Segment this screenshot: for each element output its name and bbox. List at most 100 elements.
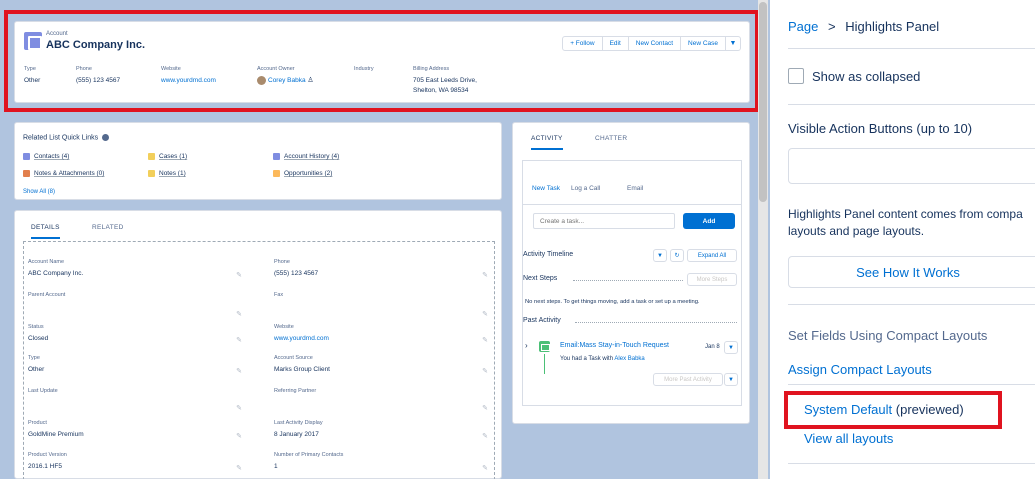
- show-all-link[interactable]: Show All (8): [23, 189, 55, 195]
- quick-link-notes[interactable]: Notes (1): [148, 170, 186, 177]
- detail-field[interactable]: Website www.yourdmd.com ✎: [270, 324, 496, 354]
- field-value: Closed: [28, 335, 49, 342]
- no-next-steps-text: No next steps. To get things moving, add…: [525, 299, 700, 305]
- task-input[interactable]: [533, 213, 675, 229]
- quick-link-notes-attachments[interactable]: Notes & Attachments (0): [23, 170, 104, 177]
- email-description: You had a Task with Alex Babka: [560, 356, 645, 362]
- expand-all-button[interactable]: Expand All: [687, 249, 737, 262]
- detail-field[interactable]: Account Source Marks Group Client ✎: [270, 355, 496, 385]
- edit-pencil-icon[interactable]: ✎: [236, 464, 242, 472]
- divider: [788, 463, 1035, 464]
- email-icon: [539, 341, 550, 352]
- breadcrumb-separator: >: [828, 19, 836, 34]
- field-value: (555) 123 4567: [274, 270, 319, 277]
- edit-pencil-icon[interactable]: ✎: [482, 432, 488, 440]
- divider: [788, 48, 1035, 49]
- edit-pencil-icon[interactable]: ✎: [482, 367, 488, 375]
- properties-panel: Page > Highlights Panel Show as collapse…: [771, 0, 1035, 479]
- detail-field[interactable]: Product Version 2016.1 HF5 ✎: [24, 452, 250, 479]
- edit-pencil-icon[interactable]: ✎: [236, 367, 242, 375]
- detail-field[interactable]: Parent Account ✎: [24, 292, 250, 322]
- timeline-line: [544, 354, 545, 374]
- detail-field[interactable]: Account Name ABC Company Inc. ✎: [24, 259, 250, 289]
- field-label: Website: [274, 324, 294, 330]
- tab-related[interactable]: RELATED: [92, 224, 124, 231]
- page-preview-canvas: Account ABC Company Inc. + Follow Edit N…: [0, 0, 770, 479]
- divider: [788, 104, 1035, 105]
- divider: [788, 304, 1035, 305]
- field-value: Other: [28, 366, 45, 373]
- edit-pencil-icon[interactable]: ✎: [236, 336, 242, 344]
- detail-field[interactable]: Referring Partner ✎: [270, 388, 496, 418]
- tab-details[interactable]: DETAILS: [31, 224, 60, 239]
- details-card[interactable]: DETAILS RELATED Account Name ABC Company …: [14, 210, 502, 479]
- chevron-right-icon[interactable]: ›: [525, 341, 528, 350]
- assign-compact-layouts-link[interactable]: Assign Compact Layouts: [788, 362, 932, 377]
- chevron-down-icon[interactable]: ▼: [724, 373, 738, 386]
- quick-links-title: Related List Quick Links: [23, 134, 110, 142]
- tab-chatter[interactable]: CHATTER: [595, 135, 627, 142]
- person-link[interactable]: Alex Babka: [614, 356, 644, 362]
- breadcrumb-current: Highlights Panel: [845, 19, 940, 34]
- edit-pencil-icon[interactable]: ✎: [482, 336, 488, 344]
- detail-field[interactable]: Product GoldMine Premium ✎: [24, 420, 250, 450]
- detail-field[interactable]: Type Other ✎: [24, 355, 250, 385]
- divider: [788, 384, 1035, 385]
- subtab-email[interactable]: Email: [627, 185, 643, 192]
- quick-link-label: Contacts (4): [34, 153, 70, 161]
- quick-link-account-history[interactable]: Account History (4): [273, 153, 339, 160]
- website-link[interactable]: www.yourdmd.com: [274, 335, 329, 342]
- filter-icon[interactable]: ▼: [653, 249, 667, 262]
- quick-link-cases[interactable]: Cases (1): [148, 153, 187, 160]
- quick-links-title-text: Related List Quick Links: [23, 134, 99, 142]
- edit-pencil-icon[interactable]: ✎: [236, 432, 242, 440]
- next-steps-label: Next Steps: [523, 275, 558, 282]
- edit-pencil-icon[interactable]: ✎: [236, 271, 242, 279]
- edit-pencil-icon[interactable]: ✎: [236, 310, 242, 318]
- more-past-activity-button[interactable]: More Past Activity: [653, 373, 723, 386]
- view-all-layouts-link[interactable]: View all layouts: [804, 431, 893, 446]
- field-value: 1: [274, 463, 278, 470]
- field-label: Account Name: [28, 259, 65, 265]
- quick-link-opportunities[interactable]: Opportunities (2): [273, 170, 332, 177]
- edit-pencil-icon[interactable]: ✎: [482, 310, 488, 318]
- notes-icon: [148, 170, 155, 177]
- add-task-button[interactable]: Add: [683, 213, 735, 229]
- subtab-new-task[interactable]: New Task: [532, 185, 560, 192]
- detail-field[interactable]: Last Update ✎: [24, 388, 250, 418]
- detail-field[interactable]: Last Activity Display 8 January 2017 ✎: [270, 420, 496, 450]
- subtab-log-a-call[interactable]: Log a Call: [571, 185, 600, 192]
- email-subject-link[interactable]: Email:Mass Stay-in-Touch Request: [560, 342, 669, 349]
- field-label: Type: [28, 355, 40, 361]
- activity-card[interactable]: ACTIVITY CHATTER New Task Log a Call Ema…: [512, 122, 750, 424]
- field-label: Status: [28, 324, 44, 330]
- vertical-scrollbar[interactable]: [758, 0, 768, 479]
- field-label: Last Activity Display: [274, 420, 323, 426]
- chevron-down-icon[interactable]: ▼: [724, 341, 738, 354]
- detail-field[interactable]: Number of Primary Contacts 1 ✎: [270, 452, 496, 479]
- email-date: Jan 8: [705, 344, 720, 350]
- visible-actions-input[interactable]: [788, 148, 1035, 184]
- attachment-icon: [23, 170, 30, 177]
- edit-pencil-icon[interactable]: ✎: [236, 404, 242, 412]
- edit-pencil-icon[interactable]: ✎: [482, 404, 488, 412]
- email-desc-text: You had a Task with: [560, 356, 614, 362]
- related-list-quick-links[interactable]: Related List Quick Links Contacts (4) Ca…: [14, 122, 502, 200]
- info-icon: [102, 134, 110, 141]
- detail-field[interactable]: Fax ✎: [270, 292, 496, 322]
- detail-field[interactable]: Status Closed ✎: [24, 324, 250, 354]
- field-value: 8 January 2017: [274, 431, 319, 438]
- edit-pencil-icon[interactable]: ✎: [482, 271, 488, 279]
- highlights-selection-outline: [4, 10, 759, 112]
- show-collapsed-checkbox[interactable]: [788, 68, 804, 84]
- scroll-thumb[interactable]: [759, 2, 767, 202]
- see-how-it-works-button[interactable]: See How It Works: [788, 256, 1035, 288]
- refresh-icon[interactable]: ↻: [670, 249, 684, 262]
- edit-pencil-icon[interactable]: ✎: [482, 464, 488, 472]
- quick-link-label: Account History (4): [284, 153, 340, 161]
- more-steps-button[interactable]: More Steps: [687, 273, 737, 286]
- breadcrumb-page-link[interactable]: Page: [788, 19, 818, 34]
- quick-link-contacts[interactable]: Contacts (4): [23, 153, 69, 160]
- detail-field[interactable]: Phone (555) 123 4567 ✎: [270, 259, 496, 289]
- tab-activity[interactable]: ACTIVITY: [531, 135, 563, 150]
